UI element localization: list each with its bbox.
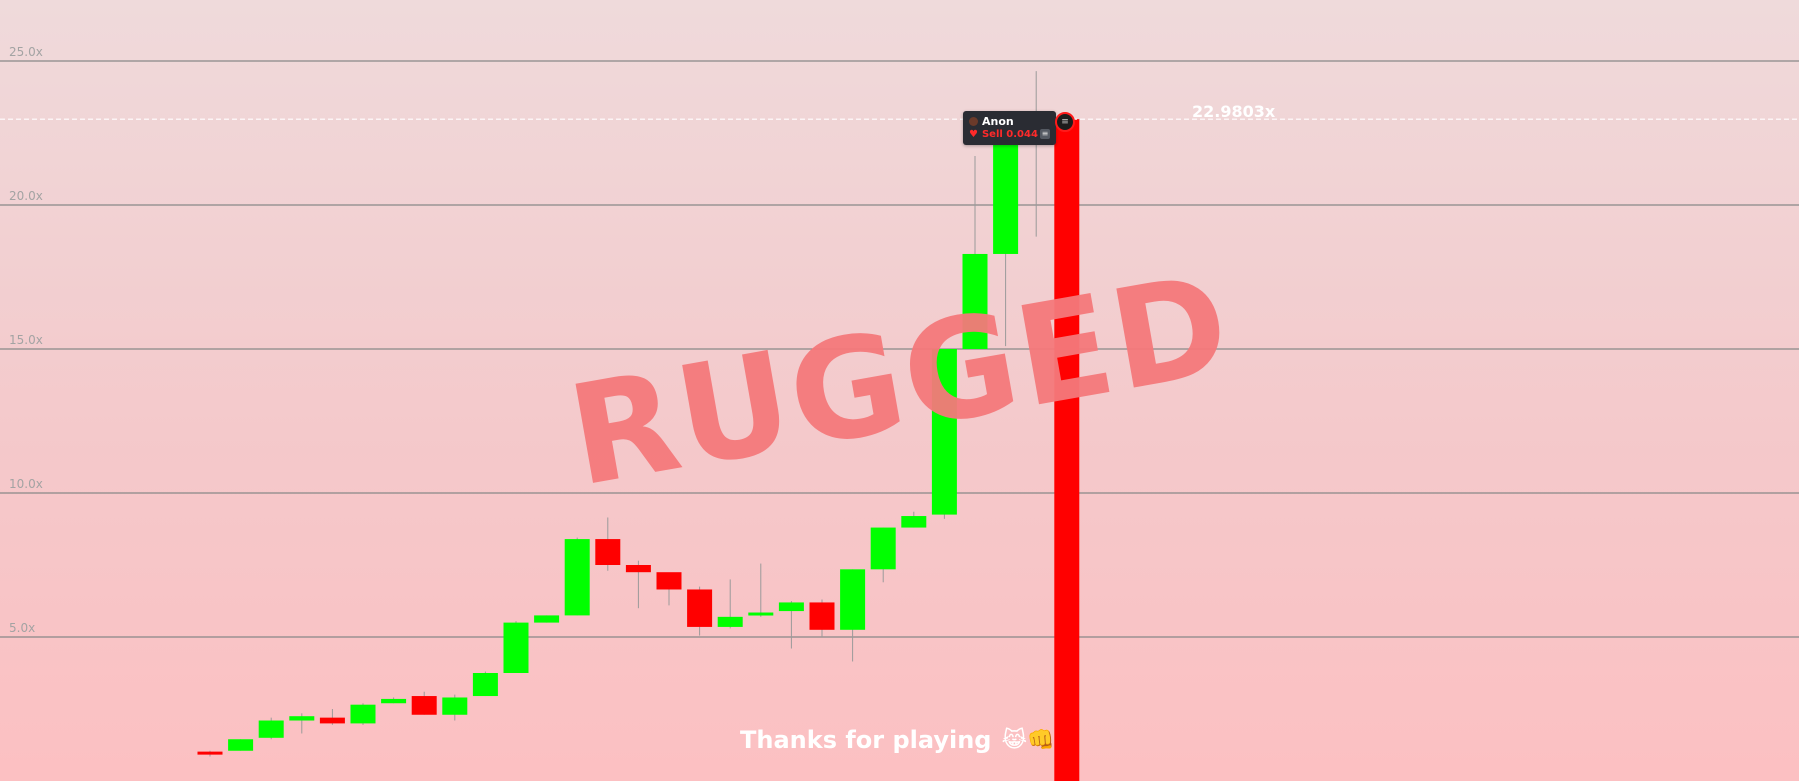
candle-body	[625, 565, 651, 573]
y-tick-label: 20.0x	[9, 189, 43, 203]
candle-body	[534, 615, 560, 623]
avatar	[969, 117, 978, 126]
candle-body	[258, 720, 284, 738]
price-chart: 5.0x 10.0x 15.0x 20.0x 25.0x 22.9803x	[0, 45, 1799, 781]
candle-body	[564, 539, 590, 616]
candle-body	[656, 572, 682, 590]
candle-body	[809, 602, 835, 630]
y-tick-label: 10.0x	[9, 477, 43, 491]
current-price-marker-icon: ≡	[1055, 112, 1075, 132]
candle-body	[595, 539, 621, 565]
candle-body	[228, 739, 254, 751]
thanks-emoji: 😹👊	[1001, 727, 1055, 753]
candle-body	[472, 673, 498, 697]
sell-amount: Sell 0.044	[981, 129, 1038, 140]
y-tick-label: 15.0x	[9, 333, 43, 347]
candle-body	[411, 696, 437, 715]
candle-body	[993, 130, 1019, 254]
sell-icon: ♥	[969, 129, 978, 140]
candle-body	[381, 698, 407, 704]
thanks-banner: Thanks for playing 😹👊	[740, 722, 1060, 758]
candle-body	[1054, 119, 1080, 781]
thanks-text: Thanks for playing	[740, 726, 992, 754]
candle-body	[962, 253, 988, 349]
candle-body	[717, 616, 743, 627]
menu-icon[interactable]: ≡	[1040, 129, 1050, 139]
candle-body	[442, 697, 468, 715]
candle-body	[840, 569, 866, 630]
candle-body	[319, 717, 345, 724]
grid-lines	[0, 60, 1799, 638]
candle-body	[778, 602, 804, 612]
current-price-line: 22.9803x	[0, 102, 1799, 121]
candle-body	[289, 716, 315, 721]
trader-name: Anon	[982, 115, 1014, 128]
candle-body	[748, 612, 774, 616]
y-tick-label: 5.0x	[9, 621, 35, 635]
candle-body	[931, 349, 957, 515]
y-axis-ticks: 5.0x 10.0x 15.0x 20.0x 25.0x	[9, 45, 43, 635]
candle-body	[901, 516, 927, 528]
trade-tag[interactable]: Anon ♥ Sell 0.044 ≡	[963, 111, 1056, 145]
y-tick-label: 25.0x	[9, 45, 43, 59]
candle-body	[687, 589, 713, 627]
candles	[197, 71, 1080, 781]
current-price-label: 22.9803x	[1192, 102, 1276, 121]
candle-body	[197, 751, 223, 755]
candle-body	[350, 704, 376, 724]
candle-body	[870, 527, 896, 570]
candle-body	[503, 622, 529, 673]
